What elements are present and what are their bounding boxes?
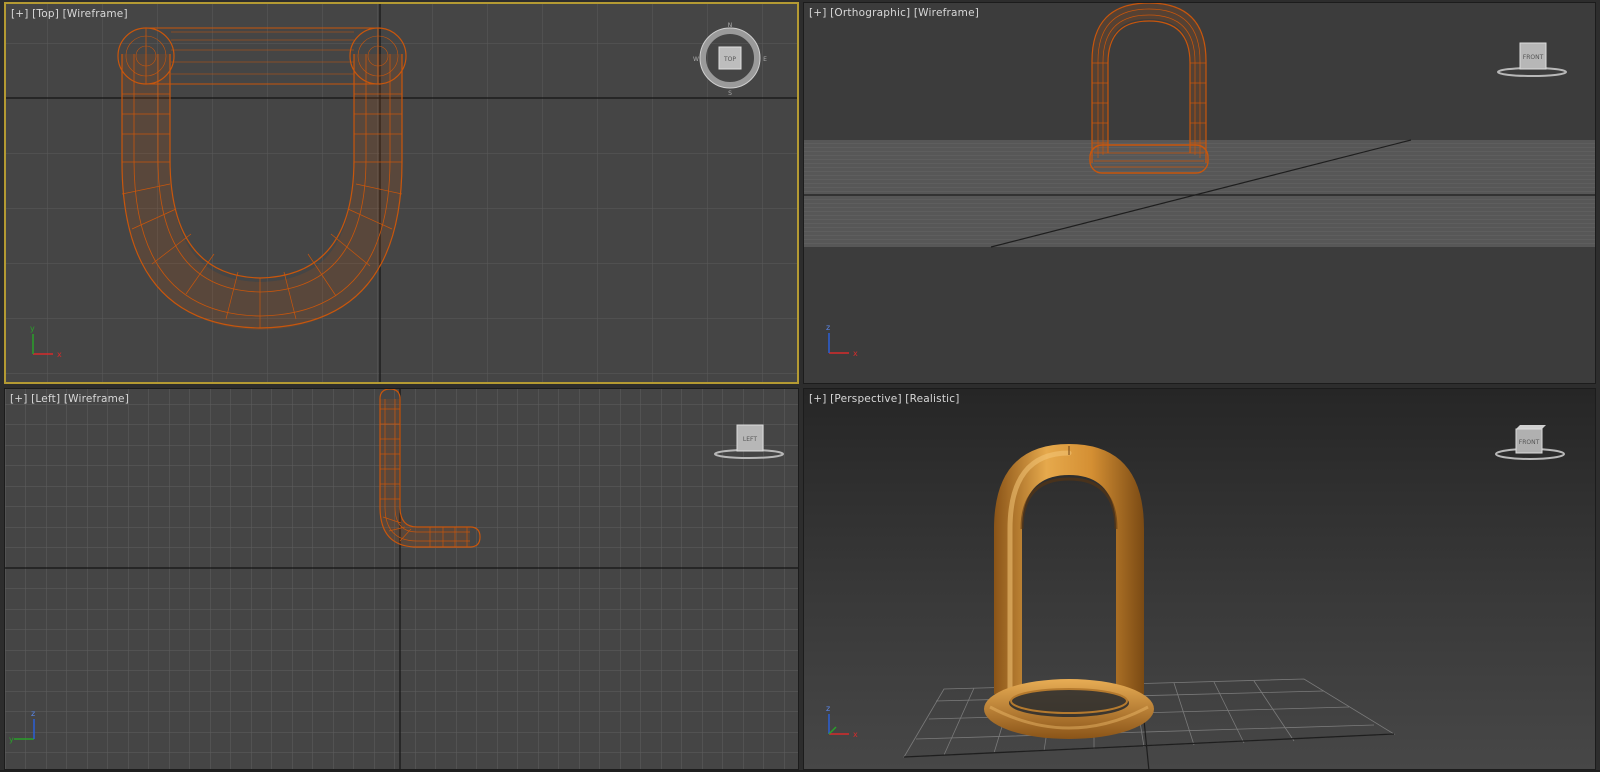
- axis-tripod: x z: [826, 323, 858, 358]
- view-type-button[interactable]: [Orthographic]: [830, 7, 910, 19]
- axis-label-z: z: [31, 709, 35, 718]
- axis-label-y: y: [9, 735, 14, 744]
- viewport-label-left: [+] [Left] [Wireframe]: [10, 393, 129, 405]
- grid: [5, 389, 798, 769]
- viewcube-face-label: LEFT: [743, 436, 757, 443]
- viewcube-face-label: TOP: [723, 56, 736, 63]
- axis-label-x: x: [57, 350, 62, 359]
- viewcube-perspective[interactable]: FRONT: [1492, 419, 1568, 463]
- shading-mode-button[interactable]: [Wireframe]: [914, 7, 979, 19]
- axis-label-z: z: [826, 704, 830, 713]
- compass-s: S: [728, 90, 732, 96]
- axis-label-x: x: [853, 730, 858, 739]
- viewport-top[interactable]: x y [+] [Top] [Wireframe] TOP N E S W: [4, 2, 799, 384]
- viewport-menu-button[interactable]: [+]: [809, 393, 827, 405]
- axis-label-y: y: [30, 324, 35, 333]
- top-view-canvas[interactable]: x y: [6, 4, 799, 384]
- viewport-perspective[interactable]: x z [+] [Perspective] [Realistic] FRONT: [803, 388, 1596, 770]
- viewcube-face-label: FRONT: [1519, 439, 1540, 446]
- shading-mode-button[interactable]: [Wireframe]: [63, 8, 128, 20]
- shaded-object[interactable]: [984, 444, 1154, 739]
- viewcube-face-label: FRONT: [1523, 54, 1544, 61]
- axis-label-x: x: [853, 349, 858, 358]
- orthographic-view-canvas[interactable]: x z: [804, 3, 1596, 384]
- perspective-ground-grid: [903, 668, 1396, 769]
- viewport-label-perspective: [+] [Perspective] [Realistic]: [809, 393, 960, 405]
- view-type-button[interactable]: [Perspective]: [830, 393, 902, 405]
- viewport-layout: x y [+] [Top] [Wireframe] TOP N E S W x …: [0, 0, 1600, 772]
- viewcube-orthographic[interactable]: FRONT: [1494, 37, 1570, 81]
- shading-mode-button[interactable]: [Wireframe]: [64, 393, 129, 405]
- viewcube-left[interactable]: LEFT: [711, 419, 787, 463]
- viewcube-top[interactable]: TOP N E S W: [692, 20, 768, 96]
- viewport-orthographic[interactable]: x z [+] [Orthographic] [Wireframe] FRONT: [803, 2, 1596, 384]
- compass-n: N: [728, 22, 733, 29]
- left-view-canvas[interactable]: y z: [5, 389, 799, 770]
- viewport-left[interactable]: y z [+] [Left] [Wireframe] LEFT: [4, 388, 799, 770]
- shading-mode-button[interactable]: [Realistic]: [905, 393, 959, 405]
- viewport-label-orthographic: [+] [Orthographic] [Wireframe]: [809, 7, 979, 19]
- viewport-menu-button[interactable]: [+]: [11, 8, 29, 20]
- compass-w: W: [693, 56, 699, 63]
- compass-e: E: [763, 56, 767, 63]
- viewport-menu-button[interactable]: [+]: [10, 393, 28, 405]
- viewport-menu-button[interactable]: [+]: [809, 7, 827, 19]
- view-type-button[interactable]: [Top]: [32, 8, 59, 20]
- axis-label-z: z: [826, 323, 830, 332]
- viewport-label-top: [+] [Top] [Wireframe]: [11, 8, 128, 20]
- perspective-view-canvas[interactable]: x z: [804, 389, 1596, 770]
- axis-tripod: x z: [826, 704, 858, 739]
- view-type-button[interactable]: [Left]: [31, 393, 60, 405]
